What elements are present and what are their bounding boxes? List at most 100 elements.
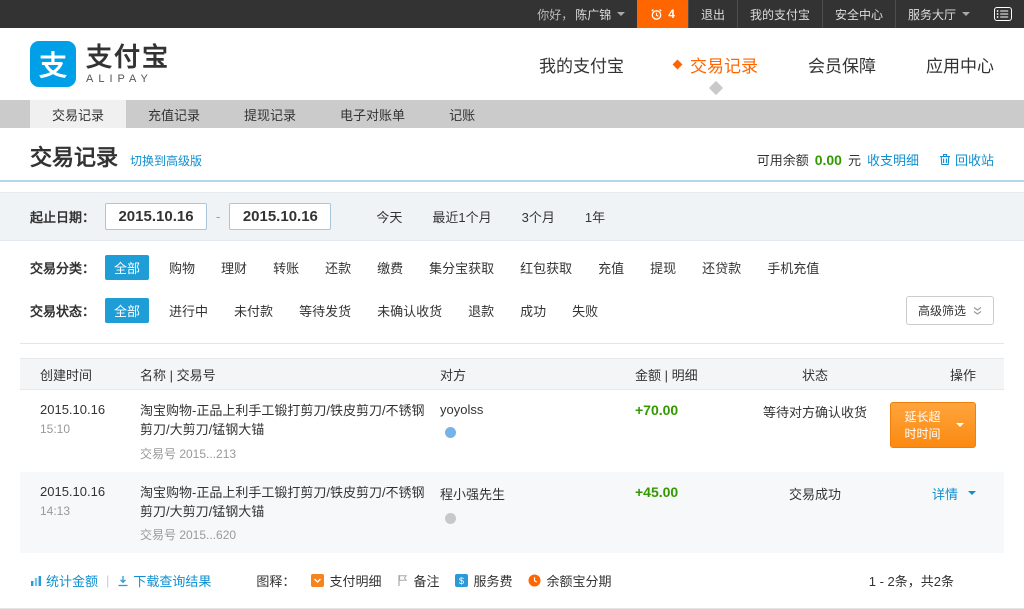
status-item[interactable]: 等待发货 [299,301,351,320]
divider: | [106,573,109,588]
service-fee-icon: $ [455,574,468,587]
status-label: 交易状态： [30,301,95,320]
my-alipay-link[interactable]: 我的支付宝 [737,0,822,28]
bar-chart-icon [30,575,42,587]
download-results-link[interactable]: 下载查询结果 [117,571,211,590]
stats-amount-link[interactable]: 统计金额 [30,571,98,590]
title-section: 交易记录 切换到高级版 可用余额 0.00 元 收支明细 回收站 [0,128,1024,182]
transaction-name: 淘宝购物-正品上利手工锻打剪刀/铁皮剪刀/不锈钢剪刀/大剪刀/锰钢大锚 [140,484,426,522]
date-from-input[interactable] [105,203,207,230]
switch-advanced-link[interactable]: 切换到高级版 [130,152,202,169]
status-item[interactable]: 未确认收货 [377,301,442,320]
col-amount-detail: 金额 | 明细 [620,365,740,384]
site-header: 支 支付宝 ALIPAY 我的支付宝 交易记录 会员保障 应用中心 [0,28,1024,100]
date-range-label: 起止日期： [30,207,95,226]
counterparty-name: 程小强先生 [440,484,620,503]
amount: +70.00 [635,402,678,418]
contact-status-icon[interactable] [445,427,456,438]
legend-note: 备注 [397,571,439,590]
legend: 图释： 支付明细 备注 $ 服务费 余额宝分期 [256,571,611,590]
category-label: 交易分类： [30,258,95,277]
category-item[interactable]: 还贷款 [702,258,741,277]
service-hall-menu[interactable]: 服务大厅 [895,0,982,28]
category-item[interactable]: 提现 [650,258,676,277]
category-item[interactable]: 理财 [221,258,247,277]
sub-tab-bar: 交易记录 充值记录 提现记录 电子对账单 记账 [0,100,1024,128]
category-item[interactable]: 手机充值 [767,258,819,277]
alarm-icon [650,8,663,21]
category-item[interactable]: 转账 [273,258,299,277]
amount: +45.00 [635,484,678,500]
extend-timeout-button[interactable]: 延长超时时间 [890,402,976,448]
trash-icon [939,153,951,166]
date-to-input[interactable] [229,203,331,230]
logout-link[interactable]: 退出 [688,0,737,28]
tab-withdraw-records[interactable]: 提现记录 [222,100,318,128]
status-item[interactable]: 成功 [520,301,546,320]
chevron-down-icon [617,12,625,20]
category-item[interactable]: 购物 [169,258,195,277]
status-all-chip[interactable]: 全部 [105,298,149,323]
user-menu[interactable]: 你好， 陈广锦 [525,0,637,28]
category-item[interactable]: 缴费 [377,258,403,277]
category-item[interactable]: 还款 [325,258,351,277]
category-item[interactable]: 集分宝获取 [429,258,494,277]
divider [20,343,1004,344]
recycle-bin-link[interactable]: 回收站 [939,150,994,169]
notification-badge[interactable]: 4 [637,0,688,28]
date-separator: - [216,209,220,224]
status-item[interactable]: 未付款 [234,301,273,320]
topbar: 你好， 陈广锦 4 退出 我的支付宝 安全中心 服务大厅 [0,0,1024,28]
nav-my-alipay[interactable]: 我的支付宝 [539,52,624,77]
tab-bookkeeping[interactable]: 记账 [427,100,497,128]
col-status: 状态 [740,365,890,384]
double-chevron-down-icon [973,306,982,316]
svg-text:$: $ [459,576,464,586]
status-item[interactable]: 退款 [468,301,494,320]
flag-icon [397,574,408,587]
alipay-logo[interactable]: 支 支付宝 ALIPAY [30,41,170,87]
diamond-icon [673,59,683,69]
legend-service-fee: $ 服务费 [455,571,512,590]
site-list-button[interactable] [982,0,1024,28]
category-all-chip[interactable]: 全部 [105,255,149,280]
col-created-time: 创建时间 [20,365,140,384]
contact-status-icon[interactable] [445,513,456,524]
range-today[interactable]: 今天 [376,207,402,226]
pay-detail-icon [311,574,324,587]
tab-topup-records[interactable]: 充值记录 [126,100,222,128]
detail-link[interactable]: 详情 [932,484,976,503]
tab-transaction-records[interactable]: 交易记录 [30,100,126,128]
chevron-down-icon [968,491,976,499]
advanced-filter-button[interactable]: 高级筛选 [906,296,994,325]
active-nav-pointer [709,80,723,94]
range-last-month[interactable]: 最近1个月 [432,207,491,226]
nav-member-protection[interactable]: 会员保障 [808,52,876,77]
download-icon [117,575,129,587]
col-name-txn: 名称 | 交易号 [140,365,440,384]
security-center-link[interactable]: 安全中心 [822,0,895,28]
nav-app-center[interactable]: 应用中心 [926,52,994,77]
tab-e-statement[interactable]: 电子对账单 [318,100,427,128]
nav-transactions[interactable]: 交易记录 [674,52,758,77]
created-date: 2015.10.16 [40,484,140,499]
created-time: 15:10 [40,422,140,436]
category-item[interactable]: 红包获取 [520,258,572,277]
status-filter-row: 交易状态： 全部 进行中 未付款 等待发货 未确认收货 退款 成功 失败 高级筛… [0,282,1024,327]
counterparty-name: yoyolss [440,402,620,417]
page-title: 交易记录 [30,140,118,172]
chevron-down-icon [956,423,964,431]
status-item[interactable]: 进行中 [169,301,208,320]
status-item[interactable]: 失败 [572,301,598,320]
range-1-year[interactable]: 1年 [585,207,605,226]
table-footer: 统计金额 | 下载查询结果 图释： 支付明细 备注 $ 服务费 [0,553,1024,604]
category-item[interactable]: 充值 [598,258,624,277]
col-counterparty: 对方 [440,365,620,384]
col-action: 操作 [890,365,1004,384]
range-3-months[interactable]: 3个月 [522,207,555,226]
quick-date-ranges: 今天 最近1个月 3个月 1年 [376,207,605,226]
category-filter-row: 交易分类： 全部 购物 理财 转账 还款 缴费 集分宝获取 红包获取 充值 提现… [0,241,1024,282]
notification-count: 4 [668,7,675,21]
income-detail-link[interactable]: 收支明细 [867,150,919,169]
transaction-number: 交易号 2015...213 [140,445,426,462]
